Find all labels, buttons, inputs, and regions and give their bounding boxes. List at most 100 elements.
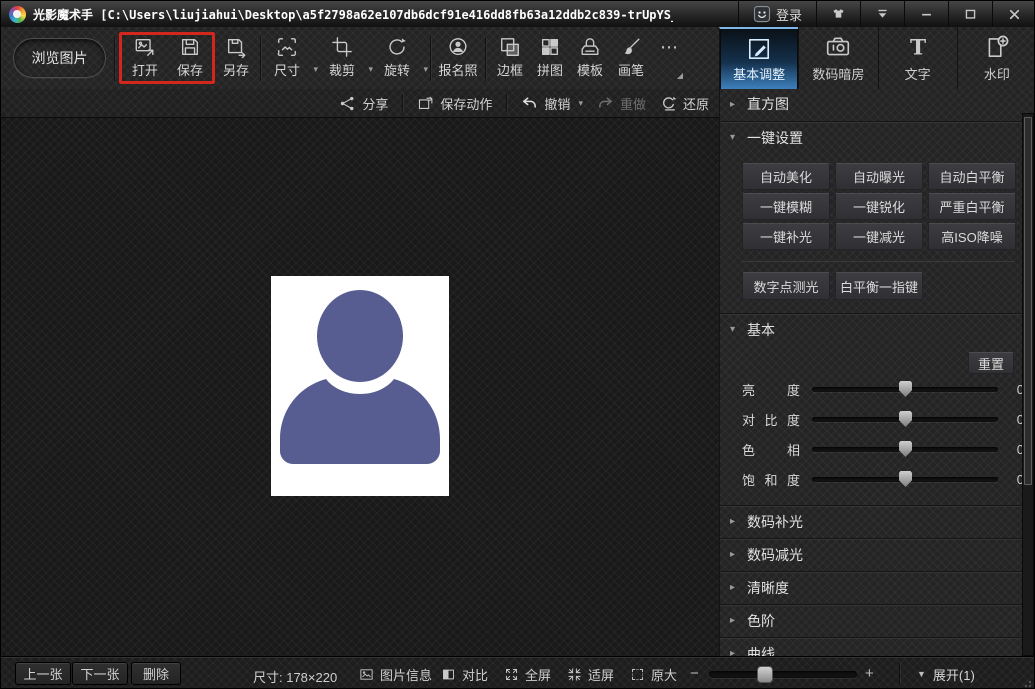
next-image-button[interactable]: 下一张 <box>72 662 128 685</box>
one-key-expanded-arrow-icon: ▾ <box>730 132 736 143</box>
compare-icon <box>443 669 454 679</box>
tab-basic-adjust[interactable]: 基本调整 <box>719 27 799 89</box>
fullscreen-button[interactable]: 全屏 <box>504 657 551 688</box>
undo-button[interactable]: 撤销 ▾ <box>521 94 583 113</box>
panel-scrollbar-thumb[interactable] <box>1024 117 1032 485</box>
digital-spot-metering-button[interactable]: 数字点测光 <box>742 272 830 300</box>
login-button[interactable]: 登录 <box>737 1 816 27</box>
reset-button[interactable]: 重置 <box>968 352 1014 374</box>
fill-light-collapsed-arrow-icon: ▸ <box>730 516 736 527</box>
original-size-button[interactable]: 原大 <box>630 657 677 688</box>
contrast-slider-thumb[interactable] <box>899 411 912 427</box>
border-button[interactable]: 边框 <box>490 33 530 83</box>
border-label: 边框 <box>496 63 523 78</box>
one-key-fill-light-button[interactable]: 一键补光 <box>742 223 830 250</box>
saturation-slider[interactable] <box>812 471 998 487</box>
save-action-label: 保存动作 <box>440 96 493 112</box>
resize-grip[interactable] <box>1024 678 1034 688</box>
severe-white-balance-button[interactable]: 严重白平衡 <box>928 193 1016 220</box>
delete-image-button[interactable]: 删除 <box>131 662 181 685</box>
crop-button[interactable]: 裁剪 ▾ <box>322 33 373 83</box>
tab-text[interactable]: T 文字 <box>877 27 957 89</box>
rotate-label: 旋转 <box>383 63 410 78</box>
darkroom-camera-icon <box>827 37 850 56</box>
undo-dropdown-arrow-icon[interactable]: ▾ <box>578 98 583 109</box>
section-clarity[interactable]: ▸ 清晰度 <box>720 572 1022 602</box>
undo-label: 撤销 <box>544 96 571 112</box>
save-as-label: 另存 <box>222 63 249 78</box>
save-action-button[interactable]: 保存动作 <box>417 94 492 113</box>
template-button[interactable]: 模板 <box>570 33 610 83</box>
skin-button[interactable] <box>816 1 860 27</box>
contrast-slider-row: 对比度 0 <box>742 406 1024 432</box>
hue-slider-thumb[interactable] <box>899 441 912 457</box>
save-button[interactable]: 保存 <box>170 33 210 83</box>
fit-screen-button[interactable]: 适屏 <box>567 657 614 688</box>
share-button[interactable]: 分享 <box>339 94 388 113</box>
one-key-sharpen-button[interactable]: 一键锐化 <box>835 193 923 220</box>
maximize-button[interactable] <box>948 1 992 27</box>
rotate-button[interactable]: 旋转 ▾ <box>377 33 428 83</box>
brightness-slider-row: 亮度 0 <box>742 376 1024 402</box>
auto-beautify-button[interactable]: 自动美化 <box>742 163 830 190</box>
contrast-slider[interactable] <box>812 411 998 427</box>
brush-button[interactable]: 画笔 <box>611 33 651 83</box>
text-icon: T <box>910 36 926 60</box>
redo-button[interactable]: 重做 <box>597 94 646 113</box>
previous-image-button[interactable]: 上一张 <box>15 662 71 685</box>
section-levels[interactable]: ▸ 色阶 <box>720 605 1022 635</box>
section-histogram[interactable]: ▸ 直方图 <box>720 89 1022 119</box>
close-button[interactable] <box>992 1 1034 27</box>
rotate-dropdown-arrow-icon[interactable]: ▾ <box>423 64 428 75</box>
template-icon <box>581 38 599 56</box>
clarity-label: 清晰度 <box>747 579 789 596</box>
restore-button[interactable]: 还原 <box>660 94 709 113</box>
undo-icon <box>523 96 537 108</box>
histogram-label: 直方图 <box>747 96 789 112</box>
one-key-reduce-light-button[interactable]: 一键减光 <box>835 223 923 250</box>
resize-button[interactable]: 尺寸 ▾ <box>267 33 318 83</box>
one-key-blur-button[interactable]: 一键模糊 <box>742 193 830 220</box>
id-photo-button[interactable]: 报名照 <box>434 33 482 83</box>
clarity-collapsed-arrow-icon: ▸ <box>730 582 736 593</box>
svg-text:T: T <box>910 36 926 60</box>
more-tools-button[interactable]: ⋯ ◢ <box>651 33 687 83</box>
white-balance-one-key-button[interactable]: 白平衡一指键 <box>835 272 923 300</box>
section-one-key[interactable]: ▾ 一键设置 <box>720 122 1022 152</box>
minimize-button[interactable] <box>904 1 948 27</box>
collage-button[interactable]: 拼图 <box>530 33 570 83</box>
brightness-slider-thumb[interactable] <box>899 381 912 397</box>
section-curves[interactable]: ▸ 曲线 <box>720 638 1022 656</box>
section-digital-reduce-light[interactable]: ▸ 数码减光 <box>720 539 1022 569</box>
tab-watermark[interactable]: 水印 <box>956 27 1034 89</box>
collapse-window-button[interactable] <box>860 1 904 27</box>
brightness-slider[interactable] <box>812 381 998 397</box>
auto-white-balance-button[interactable]: 自动白平衡 <box>928 163 1016 190</box>
save-as-button[interactable]: 另存 <box>216 33 256 83</box>
open-button[interactable]: 打开 <box>125 33 165 83</box>
hue-slider[interactable] <box>812 441 998 457</box>
histogram-collapsed-arrow-icon: ▸ <box>730 98 736 110</box>
zoom-in-button[interactable]: + <box>865 665 874 682</box>
compare-button[interactable]: 对比 <box>441 657 488 688</box>
image-info-button[interactable]: 图片信息 <box>359 657 432 688</box>
zoom-slider[interactable] <box>709 666 857 683</box>
save-as-icon <box>227 38 246 58</box>
browse-images-button[interactable]: 浏览图片 <box>13 38 106 78</box>
expand-panel-button[interactable]: ▼ 展开(1) <box>917 657 975 688</box>
section-basic[interactable]: ▾ 基本 <box>720 314 1022 344</box>
high-iso-denoise-button[interactable]: 高ISO降噪 <box>928 223 1016 250</box>
adjustments-panel: ▸ 直方图 ▾ 一键设置 自动美化 自动曝光 自动白平衡 一键模糊 一键锐化 严… <box>719 89 1034 656</box>
saturation-slider-thumb[interactable] <box>899 471 912 487</box>
resize-dropdown-arrow-icon[interactable]: ▾ <box>313 64 318 75</box>
section-digital-fill-light[interactable]: ▸ 数码补光 <box>720 506 1022 536</box>
resize-label: 尺寸 <box>273 63 300 78</box>
panel-scrollbar[interactable] <box>1022 113 1034 656</box>
tab-digital-darkroom[interactable]: 数码暗房 <box>798 27 877 89</box>
zoom-out-button[interactable]: − <box>690 665 699 682</box>
crop-dropdown-arrow-icon[interactable]: ▾ <box>368 64 373 75</box>
auto-exposure-button[interactable]: 自动曝光 <box>835 163 923 190</box>
zoom-slider-thumb[interactable] <box>757 666 773 683</box>
collage-icon <box>541 38 559 56</box>
rotate-icon <box>389 38 406 55</box>
